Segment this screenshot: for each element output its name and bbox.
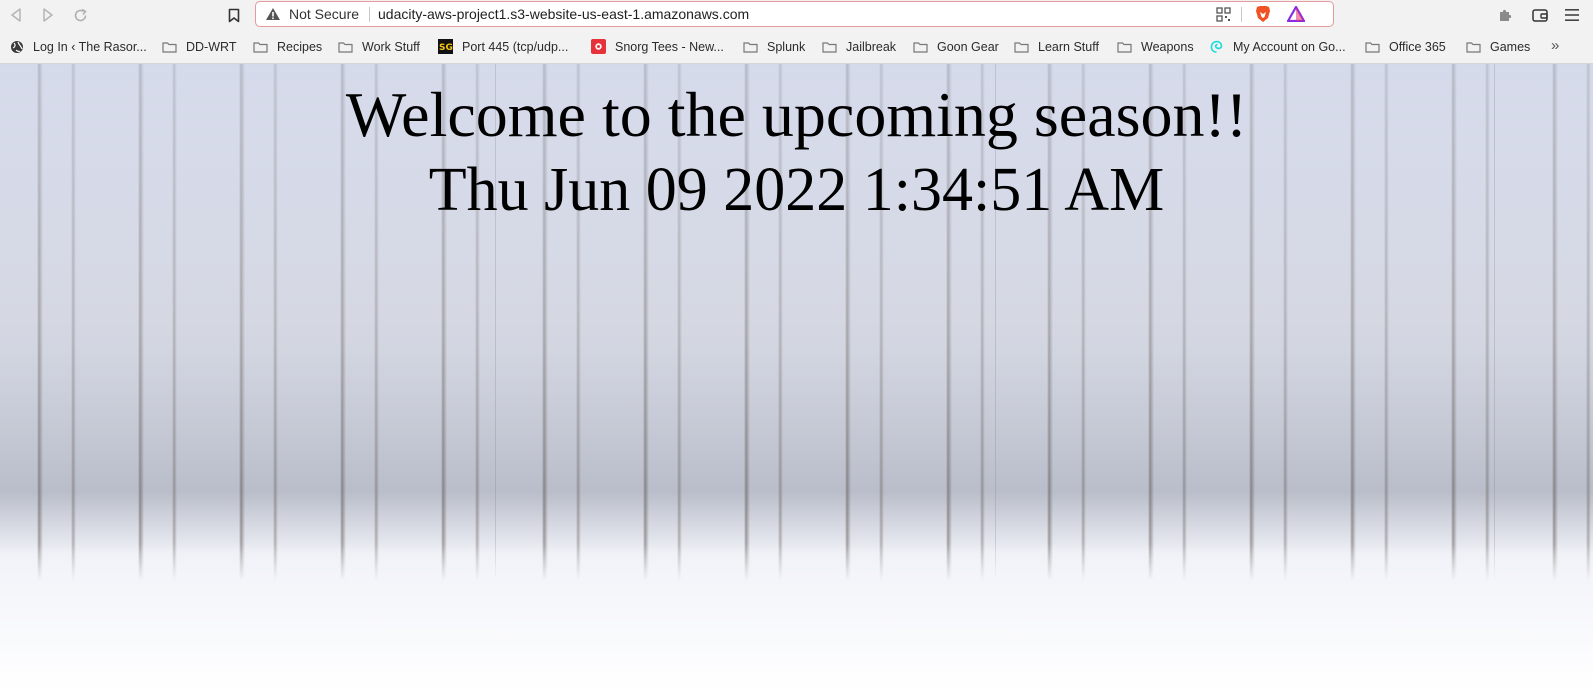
- reload-button[interactable]: [69, 5, 91, 25]
- folder-icon: [162, 40, 177, 54]
- folder-icon: [1117, 40, 1132, 54]
- bookmark-label: Port 445 (tcp/udp...: [462, 39, 569, 54]
- url-text[interactable]: udacity-aws-project1.s3-website-us-east-…: [378, 6, 749, 22]
- bookmark-folder[interactable]: Work Stuff: [338, 30, 420, 63]
- brave-rewards-button[interactable]: [1286, 5, 1306, 23]
- bookmark-item[interactable]: Log In ‹ The Rasor...: [9, 30, 147, 63]
- wallet-button[interactable]: [1529, 5, 1551, 25]
- forward-icon: [43, 8, 53, 22]
- speedguide-icon: SG: [438, 39, 453, 54]
- folder-icon: [338, 40, 353, 54]
- folder-icon: [743, 40, 758, 54]
- snow-ground: [0, 544, 1593, 692]
- bookmark-folder[interactable]: DD-WRT: [162, 30, 236, 63]
- bookmark-label: Splunk: [767, 39, 806, 54]
- bookmark-label: Jailbreak: [846, 39, 897, 54]
- bookmark-label: Work Stuff: [362, 39, 420, 54]
- bookmark-folder[interactable]: Games: [1466, 30, 1530, 63]
- back-button[interactable]: [5, 5, 27, 25]
- bookmark-item[interactable]: Snorg Tees - New...: [591, 30, 724, 63]
- globe-icon: [9, 40, 24, 54]
- warning-icon: [266, 8, 280, 20]
- brave-shields-button[interactable]: [1253, 5, 1273, 23]
- bookmark-label: My Account on Go...: [1233, 39, 1346, 54]
- bookmark-label: DD-WRT: [186, 39, 237, 54]
- bookmark-folder[interactable]: Jailbreak: [822, 30, 896, 63]
- extensions-button[interactable]: [1494, 5, 1516, 25]
- bookmark-label: Snorg Tees - New...: [615, 39, 724, 54]
- snorg-icon: [591, 39, 606, 54]
- not-secure-label[interactable]: Not Secure: [289, 6, 359, 22]
- bookmark-item[interactable]: My Account on Go...: [1209, 30, 1346, 63]
- url-divider: [1241, 7, 1242, 22]
- bookmark-label: Recipes: [277, 39, 323, 54]
- reload-icon: [74, 8, 87, 21]
- bookmarks-overflow-chevron-icon[interactable]: »: [1551, 37, 1559, 54]
- folder-icon: [822, 40, 837, 54]
- wallet-icon: [1532, 9, 1548, 22]
- folder-icon: [1466, 40, 1481, 54]
- folder-icon: [913, 40, 928, 54]
- bookmark-folder[interactable]: Office 365: [1365, 30, 1446, 63]
- forward-button[interactable]: [37, 5, 59, 25]
- page-content: Welcome to the upcoming season!! Thu Jun…: [0, 64, 1593, 692]
- current-datetime: Thu Jun 09 2022 1:34:51 AM: [428, 156, 1165, 224]
- qr-code-button[interactable]: [1213, 5, 1233, 23]
- bookmark-folder[interactable]: Learn Stuff: [1014, 30, 1099, 63]
- page-heading: Welcome to the upcoming season!!: [345, 79, 1248, 150]
- brave-lion-icon: [1256, 6, 1270, 22]
- bookmark-label: Weapons: [1141, 39, 1194, 54]
- back-icon: [11, 8, 21, 22]
- bookmark-label: Office 365: [1389, 39, 1446, 54]
- bookmark-item[interactable]: SG Port 445 (tcp/udp...: [438, 30, 568, 63]
- folder-icon: [253, 40, 268, 54]
- bookmark-page-button[interactable]: [223, 5, 245, 25]
- bookmark-label: Learn Stuff: [1038, 39, 1099, 54]
- bookmark-label: Games: [1490, 39, 1531, 54]
- bookmark-label: Log In ‹ The Rasor...: [33, 39, 147, 54]
- qr-code-icon: [1215, 6, 1231, 22]
- folder-icon: [1365, 40, 1380, 54]
- puzzle-icon: [1499, 9, 1511, 21]
- bookmark-folder[interactable]: Recipes: [253, 30, 322, 63]
- bookmark-label: Goon Gear: [937, 39, 999, 54]
- bookmarks-bar: Log In ‹ The Rasor... DD-WRT Recipes Wor…: [0, 30, 1593, 64]
- bookmark-folder[interactable]: Splunk: [743, 30, 805, 63]
- svg-text:SG: SG: [439, 43, 453, 53]
- url-divider: [369, 7, 370, 22]
- bookmark-folder[interactable]: Goon Gear: [913, 30, 999, 63]
- folder-icon: [1014, 40, 1029, 54]
- address-bar[interactable]: Not Secure udacity-aws-project1.s3-websi…: [255, 1, 1334, 27]
- godaddy-icon: [1209, 40, 1224, 54]
- bookmark-icon: [228, 8, 240, 22]
- main-menu-button[interactable]: [1561, 5, 1583, 25]
- hamburger-menu-icon: [1565, 9, 1579, 21]
- bookmark-folder[interactable]: Weapons: [1117, 30, 1194, 63]
- brave-rewards-icon: [1287, 6, 1305, 22]
- browser-toolbar: Not Secure udacity-aws-project1.s3-websi…: [0, 0, 1593, 30]
